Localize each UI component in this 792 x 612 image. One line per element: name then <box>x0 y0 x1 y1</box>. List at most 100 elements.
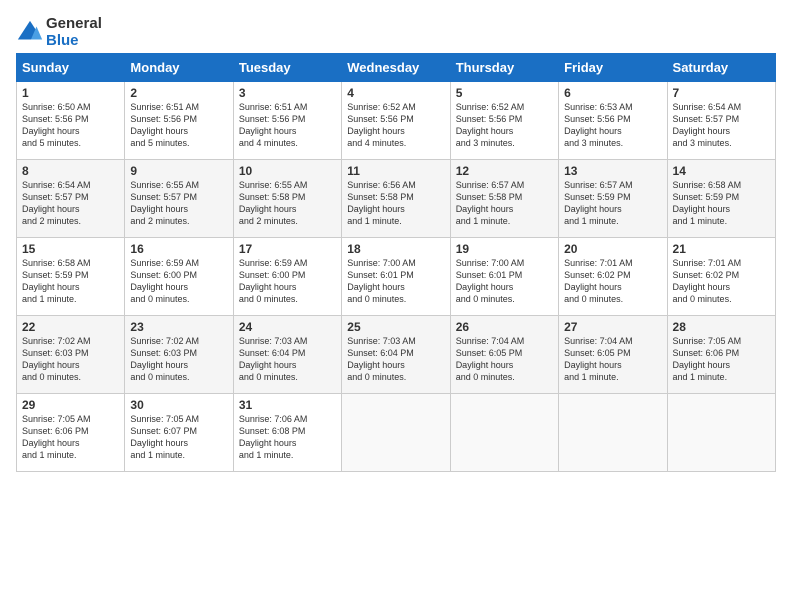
day-number: 21 <box>673 242 770 256</box>
calendar-cell: 12Sunrise: 6:57 AMSunset: 5:58 PMDayligh… <box>450 160 558 238</box>
calendar-cell: 20Sunrise: 7:01 AMSunset: 6:02 PMDayligh… <box>559 238 667 316</box>
day-number: 9 <box>130 164 227 178</box>
day-info: Sunrise: 7:03 AMSunset: 6:04 PMDaylight … <box>347 336 416 382</box>
calendar-week-row: 29 Sunrise: 7:05 AMSunset: 6:06 PMDayligh… <box>17 394 776 472</box>
day-number: 22 <box>22 320 119 334</box>
col-header-friday: Friday <box>559 54 667 82</box>
col-header-sunday: Sunday <box>17 54 125 82</box>
day-info: Sunrise: 7:05 AMSunset: 6:07 PMDaylight … <box>130 414 199 460</box>
col-header-thursday: Thursday <box>450 54 558 82</box>
day-info: Sunrise: 6:51 AMSunset: 5:56 PMDaylight … <box>130 102 199 148</box>
day-number: 16 <box>130 242 227 256</box>
day-number: 26 <box>456 320 553 334</box>
calendar-week-row: 15 Sunrise: 6:58 AMSunset: 5:59 PMDayligh… <box>17 238 776 316</box>
calendar-table: SundayMondayTuesdayWednesdayThursdayFrid… <box>16 53 776 472</box>
calendar-week-row: 8 Sunrise: 6:54 AMSunset: 5:57 PMDaylight… <box>17 160 776 238</box>
day-info: Sunrise: 6:59 AMSunset: 6:00 PMDaylight … <box>130 258 199 304</box>
day-number: 17 <box>239 242 336 256</box>
calendar-header-row: SundayMondayTuesdayWednesdayThursdayFrid… <box>17 54 776 82</box>
day-info: Sunrise: 6:52 AMSunset: 5:56 PMDaylight … <box>347 102 416 148</box>
day-info: Sunrise: 6:58 AMSunset: 5:59 PMDaylight … <box>22 258 91 304</box>
day-number: 7 <box>673 86 770 100</box>
day-info: Sunrise: 6:51 AMSunset: 5:56 PMDaylight … <box>239 102 308 148</box>
calendar-cell: 3 Sunrise: 6:51 AMSunset: 5:56 PMDaylight… <box>233 82 341 160</box>
day-number: 30 <box>130 398 227 412</box>
day-info: Sunrise: 7:05 AMSunset: 6:06 PMDaylight … <box>22 414 91 460</box>
day-info: Sunrise: 6:50 AMSunset: 5:56 PMDaylight … <box>22 102 91 148</box>
calendar-cell <box>342 394 450 472</box>
calendar-cell: 2 Sunrise: 6:51 AMSunset: 5:56 PMDaylight… <box>125 82 233 160</box>
logo-text: General Blue <box>46 16 102 49</box>
calendar-cell: 30 Sunrise: 7:05 AMSunset: 6:07 PMDayligh… <box>125 394 233 472</box>
day-number: 11 <box>347 164 444 178</box>
calendar-cell: 18 Sunrise: 7:00 AMSunset: 6:01 PMDayligh… <box>342 238 450 316</box>
day-info: Sunrise: 7:06 AMSunset: 6:08 PMDaylight … <box>239 414 308 460</box>
col-header-saturday: Saturday <box>667 54 775 82</box>
calendar-cell: 24Sunrise: 7:03 AMSunset: 6:04 PMDayligh… <box>233 316 341 394</box>
calendar-cell: 26Sunrise: 7:04 AMSunset: 6:05 PMDayligh… <box>450 316 558 394</box>
day-number: 6 <box>564 86 661 100</box>
day-number: 31 <box>239 398 336 412</box>
day-info: Sunrise: 6:58 AMSunset: 5:59 PMDaylight … <box>673 180 742 226</box>
day-number: 3 <box>239 86 336 100</box>
calendar-cell: 25 Sunrise: 7:03 AMSunset: 6:04 PMDayligh… <box>342 316 450 394</box>
day-info: Sunrise: 6:52 AMSunset: 5:56 PMDaylight … <box>456 102 525 148</box>
day-number: 27 <box>564 320 661 334</box>
calendar-cell: 31 Sunrise: 7:06 AMSunset: 6:08 PMDayligh… <box>233 394 341 472</box>
day-number: 28 <box>673 320 770 334</box>
day-info: Sunrise: 6:55 AMSunset: 5:57 PMDaylight … <box>130 180 199 226</box>
calendar-cell <box>559 394 667 472</box>
day-number: 19 <box>456 242 553 256</box>
calendar-cell: 1 Sunrise: 6:50 AMSunset: 5:56 PMDaylight… <box>17 82 125 160</box>
day-number: 23 <box>130 320 227 334</box>
calendar-week-row: 22 Sunrise: 7:02 AMSunset: 6:03 PMDayligh… <box>17 316 776 394</box>
day-info: Sunrise: 7:04 AMSunset: 6:05 PMDaylight … <box>564 336 633 382</box>
day-info: Sunrise: 6:56 AMSunset: 5:58 PMDaylight … <box>347 180 416 226</box>
calendar-cell <box>667 394 775 472</box>
calendar-cell: 27 Sunrise: 7:04 AMSunset: 6:05 PMDayligh… <box>559 316 667 394</box>
day-info: Sunrise: 6:54 AMSunset: 5:57 PMDaylight … <box>673 102 742 148</box>
col-header-wednesday: Wednesday <box>342 54 450 82</box>
day-number: 13 <box>564 164 661 178</box>
calendar-cell <box>450 394 558 472</box>
main-container: General Blue SundayMondayTuesdayWednesda… <box>0 0 792 480</box>
header-row: General Blue <box>16 16 776 49</box>
day-number: 29 <box>22 398 119 412</box>
day-info: Sunrise: 7:02 AMSunset: 6:03 PMDaylight … <box>22 336 91 382</box>
calendar-cell: 8 Sunrise: 6:54 AMSunset: 5:57 PMDaylight… <box>17 160 125 238</box>
day-info: Sunrise: 7:00 AMSunset: 6:01 PMDaylight … <box>347 258 416 304</box>
calendar-cell: 10 Sunrise: 6:55 AMSunset: 5:58 PMDayligh… <box>233 160 341 238</box>
day-info: Sunrise: 6:53 AMSunset: 5:56 PMDaylight … <box>564 102 633 148</box>
day-info: Sunrise: 6:57 AMSunset: 5:59 PMDaylight … <box>564 180 633 226</box>
day-number: 10 <box>239 164 336 178</box>
day-number: 2 <box>130 86 227 100</box>
day-number: 18 <box>347 242 444 256</box>
logo-icon <box>16 19 44 47</box>
day-info: Sunrise: 7:02 AMSunset: 6:03 PMDaylight … <box>130 336 199 382</box>
calendar-cell: 23 Sunrise: 7:02 AMSunset: 6:03 PMDayligh… <box>125 316 233 394</box>
day-info: Sunrise: 6:55 AMSunset: 5:58 PMDaylight … <box>239 180 308 226</box>
day-number: 12 <box>456 164 553 178</box>
col-header-tuesday: Tuesday <box>233 54 341 82</box>
calendar-cell: 28Sunrise: 7:05 AMSunset: 6:06 PMDayligh… <box>667 316 775 394</box>
day-number: 1 <box>22 86 119 100</box>
calendar-cell: 14 Sunrise: 6:58 AMSunset: 5:59 PMDayligh… <box>667 160 775 238</box>
day-info: Sunrise: 6:54 AMSunset: 5:57 PMDaylight … <box>22 180 91 226</box>
calendar-cell: 11 Sunrise: 6:56 AMSunset: 5:58 PMDayligh… <box>342 160 450 238</box>
day-number: 15 <box>22 242 119 256</box>
day-number: 20 <box>564 242 661 256</box>
day-number: 14 <box>673 164 770 178</box>
day-number: 8 <box>22 164 119 178</box>
calendar-cell: 29 Sunrise: 7:05 AMSunset: 6:06 PMDayligh… <box>17 394 125 472</box>
calendar-cell: 9 Sunrise: 6:55 AMSunset: 5:57 PMDaylight… <box>125 160 233 238</box>
day-number: 4 <box>347 86 444 100</box>
col-header-monday: Monday <box>125 54 233 82</box>
day-number: 25 <box>347 320 444 334</box>
calendar-cell: 7 Sunrise: 6:54 AMSunset: 5:57 PMDaylight… <box>667 82 775 160</box>
calendar-cell: 4 Sunrise: 6:52 AMSunset: 5:56 PMDaylight… <box>342 82 450 160</box>
calendar-cell: 6 Sunrise: 6:53 AMSunset: 5:56 PMDaylight… <box>559 82 667 160</box>
logo: General Blue <box>16 16 102 49</box>
day-number: 5 <box>456 86 553 100</box>
day-info: Sunrise: 6:59 AMSunset: 6:00 PMDaylight … <box>239 258 308 304</box>
calendar-cell: 21Sunrise: 7:01 AMSunset: 6:02 PMDayligh… <box>667 238 775 316</box>
